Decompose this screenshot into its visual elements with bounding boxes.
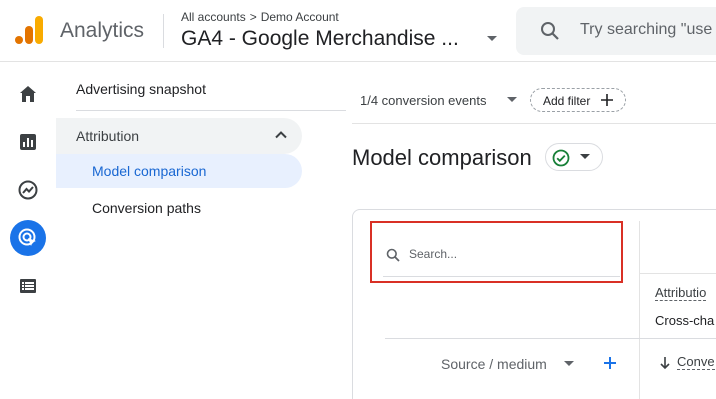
secondary-nav: Advertising snapshot Attribution Model c… — [56, 62, 346, 399]
nav-item-model-comparison[interactable]: Model comparison — [56, 154, 302, 188]
highlight-box — [370, 221, 623, 283]
advertising-icon — [18, 228, 36, 246]
breadcrumb-root[interactable]: All accounts — [181, 10, 246, 24]
metric-column-header[interactable]: Conve — [677, 354, 715, 370]
rail-advertising[interactable] — [10, 220, 46, 256]
top-app-bar: Analytics All accounts > Demo Account GA4 … — [0, 0, 716, 62]
breadcrumb-separator: > — [249, 10, 257, 24]
add-filter-button[interactable]: Add filter — [530, 88, 626, 112]
column-divider — [639, 221, 640, 399]
property-selector[interactable]: GA4 - Google Merchandise ... — [181, 27, 459, 51]
reports-icon — [20, 134, 36, 150]
nav-divider — [76, 110, 346, 111]
home-icon — [20, 86, 36, 102]
configure-icon — [20, 279, 36, 293]
filter-divider — [352, 123, 716, 124]
nav-item-conversion-paths[interactable]: Conversion paths — [92, 200, 201, 216]
attribution-model-value[interactable]: Cross-cha — [655, 313, 714, 328]
add-filter-label: Add filter — [543, 94, 591, 108]
left-nav-rail — [0, 62, 56, 399]
nav-advertising-snapshot[interactable]: Advertising snapshot — [76, 81, 206, 97]
header-row-divider — [385, 338, 716, 339]
search-icon — [541, 22, 559, 40]
explore-icon — [18, 180, 38, 200]
app-name: Analytics — [60, 19, 145, 42]
header-divider — [163, 14, 164, 48]
breadcrumb-account[interactable]: Demo Account — [261, 10, 339, 24]
nav-group-attribution[interactable]: Attribution — [56, 118, 302, 154]
conversion-events-selector[interactable]: 1/4 conversion events — [360, 93, 486, 108]
breadcrumb[interactable]: All accounts > Demo Account — [181, 10, 339, 24]
chevron-up-icon[interactable] — [274, 128, 288, 142]
caret-down-icon[interactable] — [507, 97, 517, 103]
plus-icon — [601, 94, 613, 106]
caret-down-icon — [580, 154, 590, 159]
rail-configure[interactable] — [10, 268, 46, 304]
rail-home[interactable] — [10, 76, 46, 112]
global-search-input[interactable]: Try searching "use — [516, 7, 716, 55]
analytics-logo[interactable] — [14, 14, 44, 46]
search-placeholder: Try searching "use — [580, 21, 713, 38]
data-quality-status[interactable] — [545, 143, 603, 171]
nav-group-label: Attribution — [76, 128, 140, 144]
page-title: Model comparison — [352, 145, 532, 170]
caret-down-icon[interactable] — [486, 35, 498, 43]
caret-down-icon[interactable] — [564, 361, 574, 367]
check-circle-icon — [552, 149, 570, 167]
rail-explore[interactable] — [10, 172, 46, 208]
sort-arrow-down-icon[interactable] — [659, 356, 671, 370]
attribution-model-label[interactable]: Attributio — [655, 285, 707, 301]
add-dimension-icon[interactable] — [601, 354, 619, 372]
dimension-selector[interactable]: Source / medium — [441, 356, 547, 372]
rail-reports[interactable] — [10, 124, 46, 160]
column-header-divider — [639, 273, 716, 274]
nav-item-label: Model comparison — [92, 163, 207, 179]
